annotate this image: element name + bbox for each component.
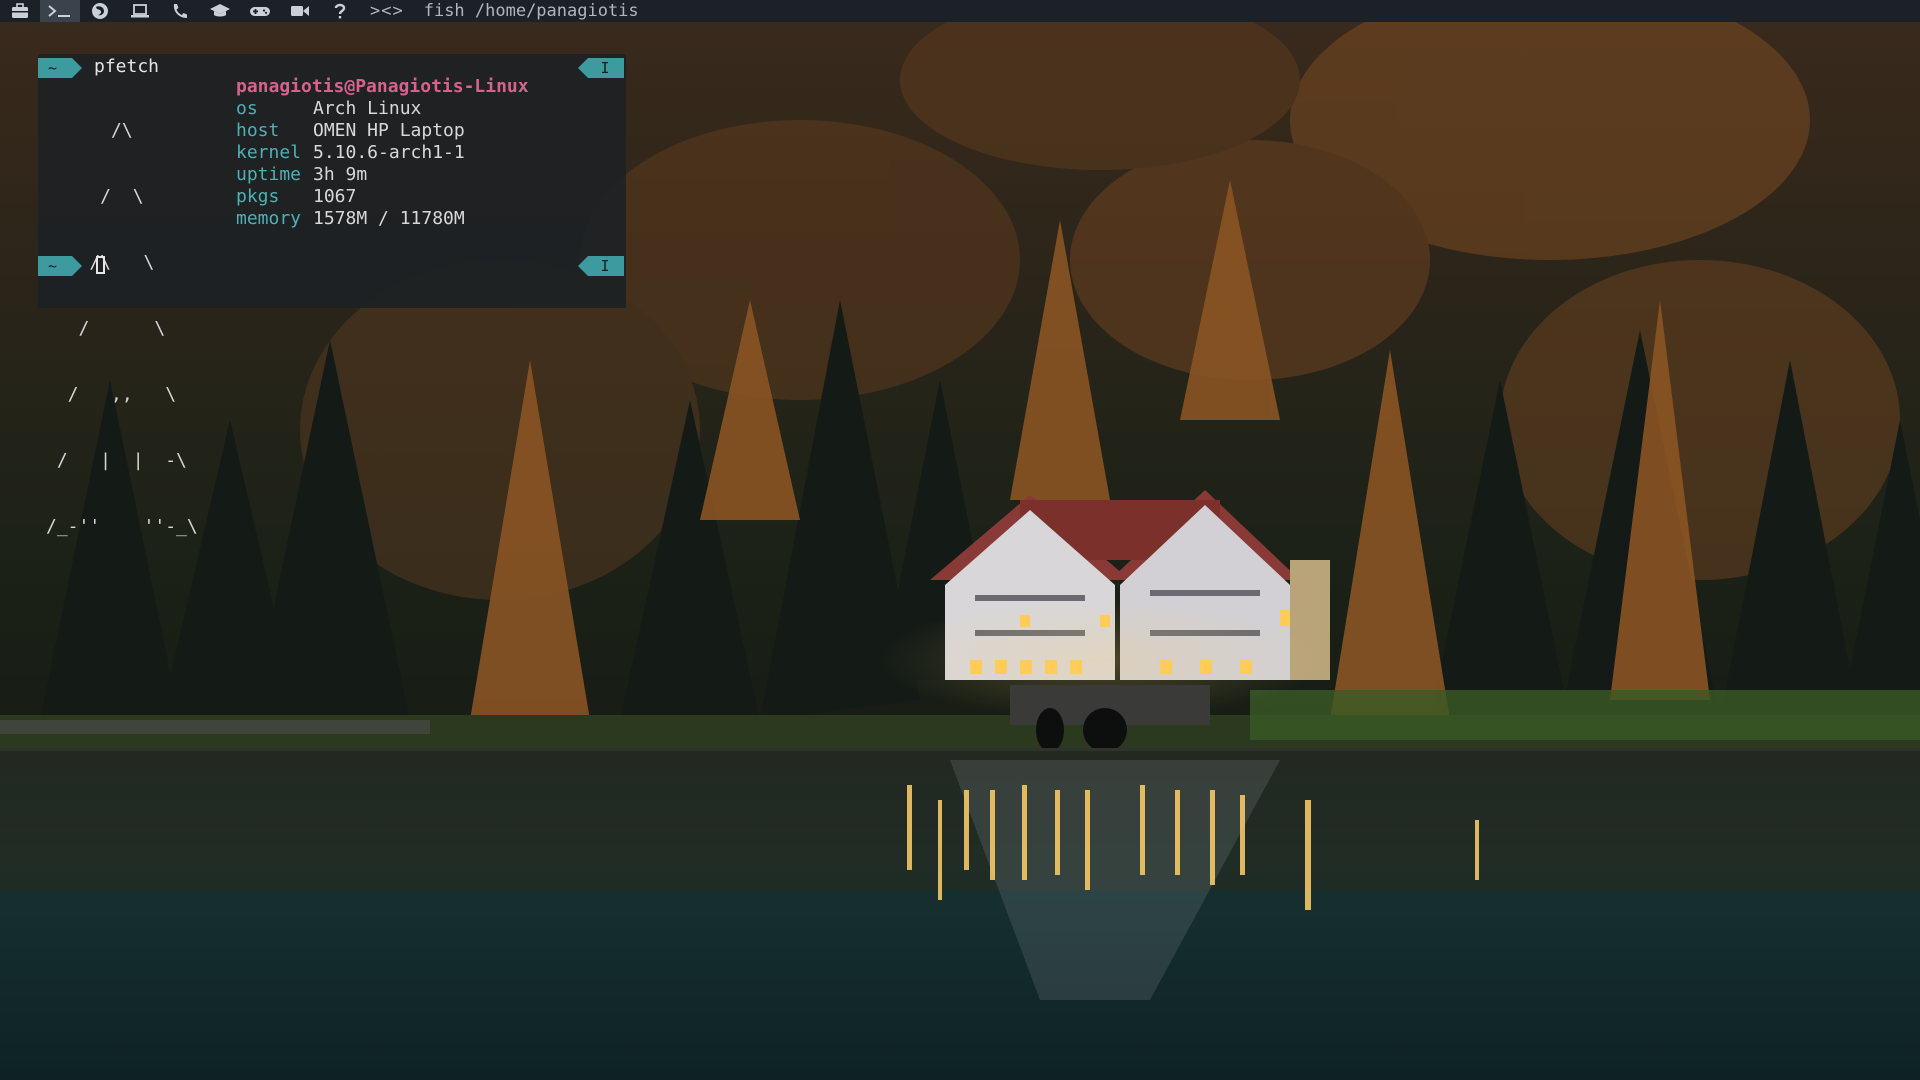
arch-ascii-logo: /\ / \ /\ \ / \ / ,, \ / | | -\ /_-'' ''… [46, 76, 198, 582]
info-row: memory 1578M / 11780M [236, 208, 529, 230]
prompt-line: ~ I [38, 254, 626, 276]
workspace-2[interactable] [40, 0, 80, 22]
info-row: host OMEN HP Laptop [236, 120, 529, 142]
info-row: os Arch Linux [236, 98, 529, 120]
info-row: kernel 5.10.6-arch1-1 [236, 142, 529, 164]
logo-line: /\ [46, 120, 133, 141]
logo-line: / \ [46, 186, 144, 207]
layout-indicator[interactable]: ><> [370, 1, 404, 21]
prompt-mode-indicator: I [578, 256, 624, 276]
info-row: pkgs 1067 [236, 186, 529, 208]
logo-line: / ,, \ [46, 384, 177, 405]
info-key: uptime [236, 164, 302, 185]
info-key: os [236, 98, 258, 119]
workspace-4[interactable] [120, 0, 160, 22]
logo-line: / | | -\ [46, 450, 187, 471]
terminal-window[interactable]: ~ pfetch I /\ / \ /\ \ / \ / ,, \ / | | … [38, 54, 626, 537]
workspace-5[interactable] [160, 0, 200, 22]
info-key: memory [236, 208, 302, 229]
info-key: host [236, 120, 280, 141]
prompt-mode-indicator: I [578, 58, 624, 78]
prompt-directory: ~ [38, 256, 82, 276]
phone-icon [173, 4, 187, 18]
text-cursor [96, 256, 105, 274]
video-camera-icon [291, 6, 309, 16]
info-key: pkgs [236, 186, 280, 207]
firefox-icon [92, 3, 108, 19]
info-value: OMEN HP Laptop [313, 120, 465, 141]
workspace-8[interactable] [280, 0, 320, 22]
prompt-line: ~ pfetch I [38, 56, 626, 78]
question-icon [334, 3, 346, 19]
info-value: Arch Linux [313, 98, 422, 119]
gamepad-icon [250, 7, 270, 16]
info-value: 3h 9m [313, 164, 368, 185]
info-row: uptime 3h 9m [236, 164, 529, 186]
system-info: panagiotis@Panagiotis-Linux os Arch Linux… [236, 76, 529, 230]
command-text: pfetch [94, 56, 160, 77]
workspace-3[interactable] [80, 0, 120, 22]
info-value: 1067 [313, 186, 357, 207]
workspace-7[interactable] [240, 0, 280, 22]
info-key: kernel [236, 142, 302, 163]
info-value: 5.10.6-arch1-1 [313, 142, 465, 163]
briefcase-icon [12, 3, 28, 18]
workspace-1[interactable] [0, 0, 40, 22]
graduation-cap-icon [210, 4, 230, 17]
prompt-directory: ~ [38, 58, 82, 78]
user-host: panagiotis@Panagiotis-Linux [236, 76, 529, 97]
workspace-9[interactable] [320, 0, 360, 22]
window-title: fish /home/panagiotis [423, 1, 639, 21]
info-value: 1578M / 11780M [313, 208, 465, 229]
laptop-icon [131, 4, 149, 18]
logo-line: /_-'' ''-_\ [46, 516, 198, 537]
top-bar: ><> fish /home/panagiotis [0, 0, 1920, 22]
workspace-6[interactable] [200, 0, 240, 22]
terminal-icon [48, 5, 70, 17]
logo-line: / \ [46, 318, 166, 339]
